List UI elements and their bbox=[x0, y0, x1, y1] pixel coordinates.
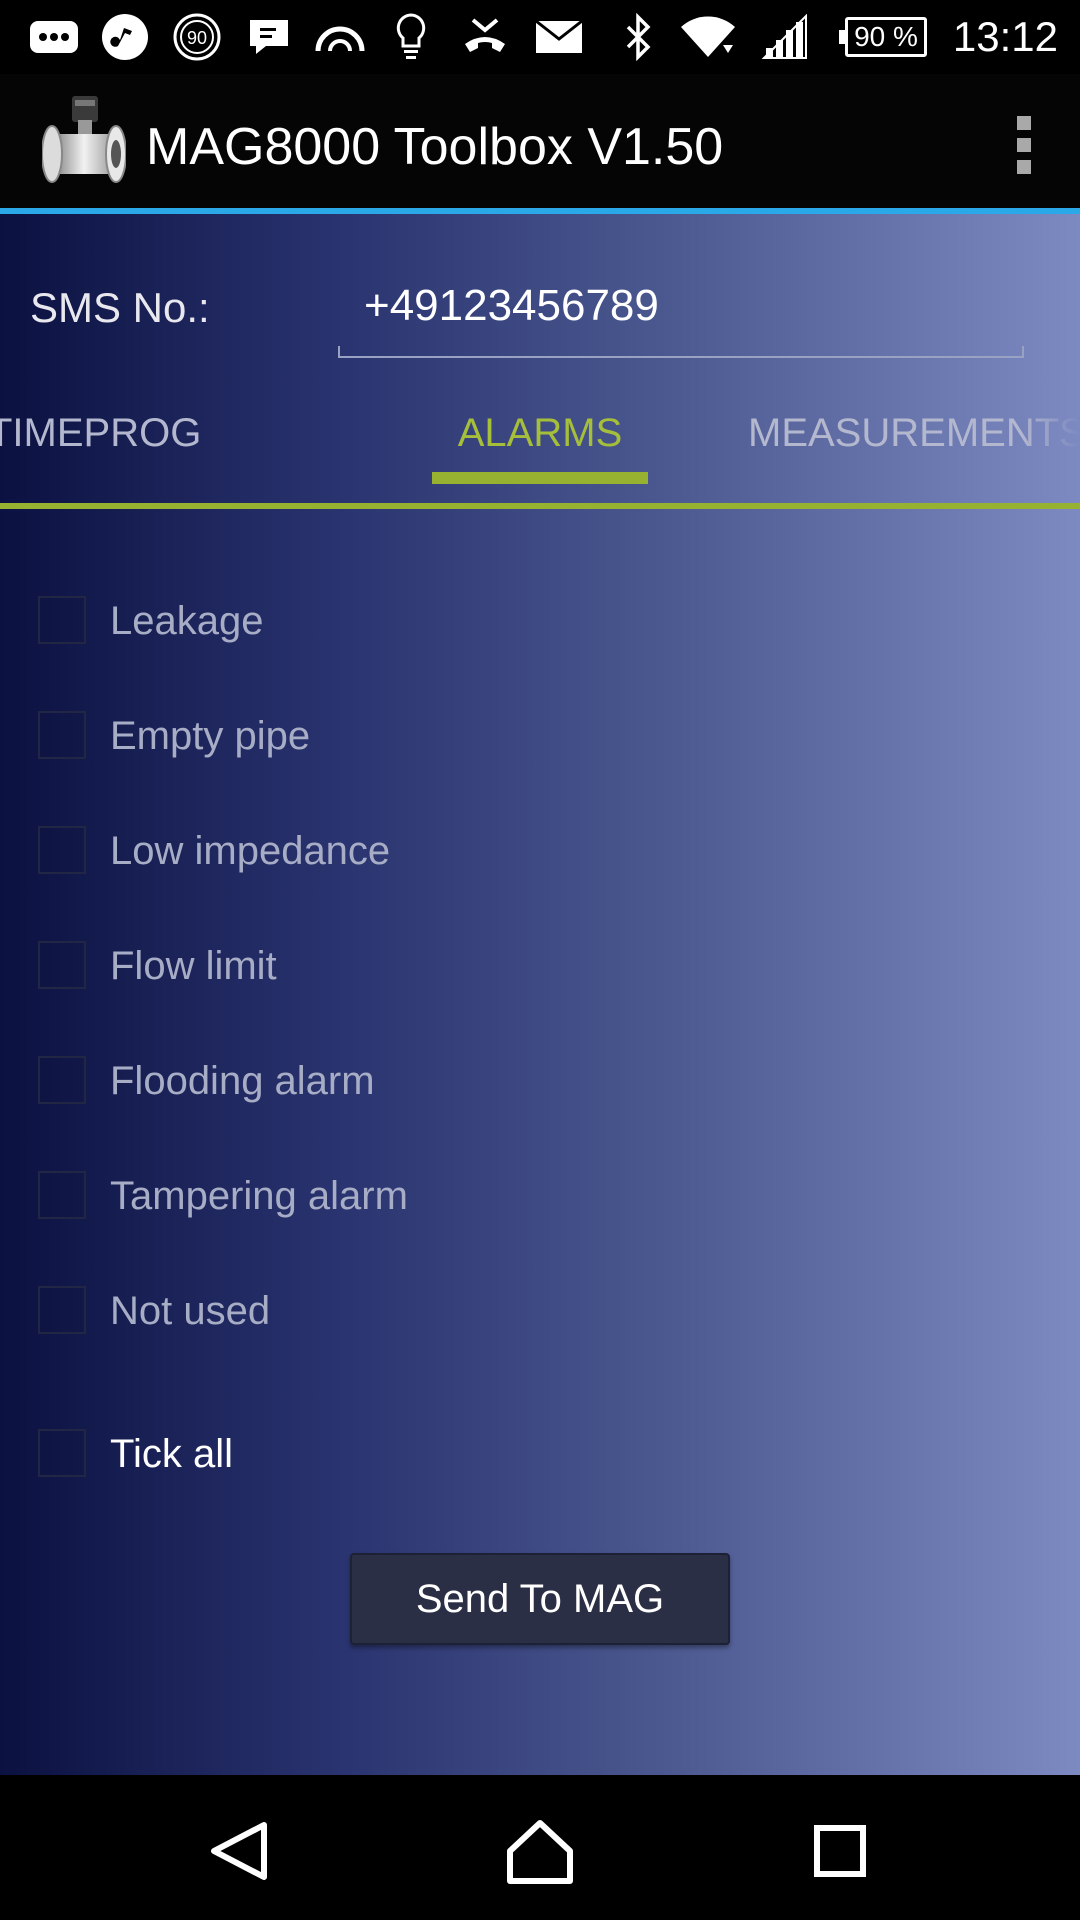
missed-call-icon bbox=[458, 12, 512, 62]
alarm-item-tampering-alarm[interactable]: Tampering alarm bbox=[0, 1149, 700, 1239]
alarm-item-empty-pipe[interactable]: Empty pipe bbox=[0, 689, 700, 779]
battery-text: 90 % bbox=[854, 21, 918, 52]
tampering-alarm-checkbox[interactable] bbox=[38, 1171, 86, 1219]
status-bar: 90 90 % 13:12 bbox=[0, 0, 1080, 74]
recents-icon[interactable] bbox=[800, 1811, 880, 1891]
alarm-item-flow-limit[interactable]: Flow limit bbox=[0, 919, 700, 1009]
sms-number-input[interactable]: +49123456789 bbox=[338, 266, 1024, 358]
wifi-icon bbox=[678, 12, 738, 62]
alarm-label: Tampering alarm bbox=[110, 1174, 408, 1218]
overflow-menu-icon[interactable] bbox=[1004, 110, 1044, 180]
alarm-label: Flooding alarm bbox=[110, 1059, 375, 1103]
alarm-label: Leakage bbox=[110, 599, 264, 643]
tab-timeprog[interactable]: TIMEPROG bbox=[0, 400, 240, 500]
tab-strip: TIMEPROG ALARMS MEASUREMENTS bbox=[0, 400, 1080, 512]
flowmeter-logo-icon bbox=[41, 94, 127, 192]
tick-all-checkbox[interactable] bbox=[38, 1429, 86, 1477]
speed-90-icon: 90 bbox=[170, 12, 224, 62]
tick-all-label: Tick all bbox=[110, 1432, 233, 1476]
speed-90-text: 90 bbox=[187, 28, 207, 48]
alarm-label: Not used bbox=[110, 1289, 271, 1333]
leakage-checkbox[interactable] bbox=[38, 596, 86, 644]
flooding-alarm-checkbox[interactable] bbox=[38, 1056, 86, 1104]
sms-label: SMS No.: bbox=[30, 284, 210, 331]
bluetooth-icon bbox=[618, 12, 658, 62]
tick-all-item[interactable]: Tick all bbox=[0, 1407, 700, 1497]
chat-icon bbox=[244, 12, 294, 62]
empty-pipe-checkbox[interactable] bbox=[38, 711, 86, 759]
back-icon[interactable] bbox=[200, 1811, 280, 1891]
tab-measurements[interactable]: MEASUREMENTS bbox=[748, 400, 1080, 500]
flow-limit-checkbox[interactable] bbox=[38, 941, 86, 989]
home-icon[interactable] bbox=[500, 1811, 580, 1891]
tab-strip-divider bbox=[0, 503, 1080, 509]
status-time: 13:12 bbox=[952, 13, 1058, 60]
app-title: MAG8000 Toolbox V1.50 bbox=[146, 118, 724, 176]
lightbulb-icon bbox=[392, 12, 430, 62]
screen: 90 90 % 13:12 MAG8000 Toolbox V1.50 SMS … bbox=[0, 0, 1080, 1920]
low-impedance-checkbox[interactable] bbox=[38, 826, 86, 874]
send-to-mag-button[interactable]: Send To MAG bbox=[350, 1553, 730, 1645]
mail-icon bbox=[532, 12, 586, 62]
tab-alarms[interactable]: ALARMS bbox=[432, 400, 648, 500]
signal-icon bbox=[758, 12, 812, 62]
alarm-item-flooding-alarm[interactable]: Flooding alarm bbox=[0, 1034, 700, 1124]
alarm-item-low-impedance[interactable]: Low impedance bbox=[0, 804, 700, 894]
messages-icon bbox=[26, 12, 82, 62]
app-bar: MAG8000 Toolbox V1.50 bbox=[0, 74, 1080, 210]
sms-number-value: +49123456789 bbox=[364, 281, 659, 330]
navigation-bar bbox=[0, 1775, 1080, 1920]
tab-active-indicator bbox=[432, 472, 648, 484]
alarm-label: Low impedance bbox=[110, 829, 391, 873]
alarm-item-not-used[interactable]: Not used bbox=[0, 1264, 700, 1354]
arc-icon bbox=[312, 12, 368, 62]
alarm-label: Empty pipe bbox=[110, 714, 311, 758]
alarm-label: Flow limit bbox=[110, 944, 277, 988]
not-used-checkbox[interactable] bbox=[38, 1286, 86, 1334]
main-content: SMS No.: +49123456789 TIMEPROG ALARMS ME… bbox=[0, 214, 1080, 1775]
battery-icon: 90 % bbox=[839, 12, 928, 62]
music-icon bbox=[98, 12, 152, 62]
alarm-item-leakage[interactable]: Leakage bbox=[0, 574, 700, 664]
